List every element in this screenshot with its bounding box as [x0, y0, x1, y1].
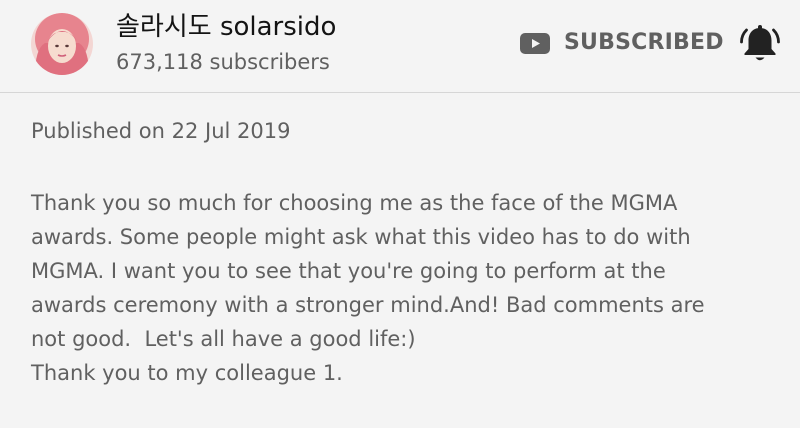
channel-header: 솔라시도 solarsido 673,118 subscribers SUBSC…	[0, 0, 800, 92]
header-divider	[0, 92, 800, 93]
subscribed-button[interactable]: SUBSCRIBED	[520, 26, 724, 60]
subscribed-label: SUBSCRIBED	[564, 30, 724, 55]
channel-name[interactable]: 솔라시도 solarsido	[116, 10, 336, 44]
description-line: MGMA. I want you to see that you're goin…	[31, 259, 666, 283]
description-line: Thank you to my colleague 1.	[31, 361, 343, 385]
description-line: awards. Some people might ask what this …	[31, 225, 691, 249]
description-line: awards ceremony with a stronger mind.And…	[31, 293, 705, 317]
video-description-panel: Published on 22 Jul 2019 Thank you so mu…	[31, 116, 771, 390]
published-date: Published on 22 Jul 2019	[31, 119, 291, 143]
notification-bell-icon[interactable]	[738, 22, 782, 66]
description-line: not good. Let's all have a good life:)	[31, 327, 416, 351]
avatar-image	[31, 13, 93, 75]
video-description: Thank you so much for choosing me as the…	[31, 186, 771, 390]
subscriber-count: 673,118 subscribers	[116, 50, 330, 74]
channel-avatar[interactable]	[31, 13, 93, 75]
description-line: Thank you so much for choosing me as the…	[31, 191, 678, 215]
youtube-play-icon	[520, 32, 550, 54]
